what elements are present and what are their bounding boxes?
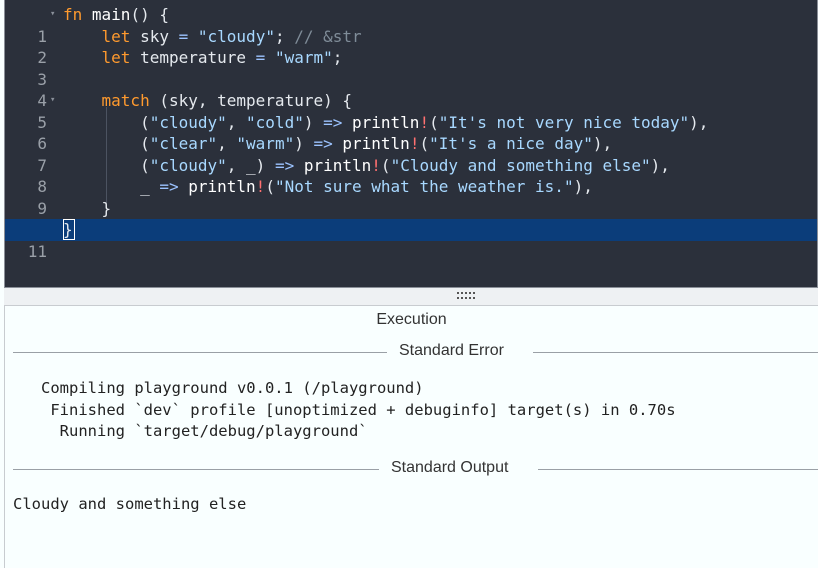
- execution-title: Execution: [376, 311, 447, 328]
- stderr-label: Standard Error: [387, 342, 516, 360]
- code-text: }: [101, 198, 112, 218]
- editor-line-active[interactable]: 11 }: [5, 219, 817, 261]
- code-text: match (sky, temperature) {: [101, 91, 352, 110]
- divider: [533, 352, 818, 353]
- matching-bracket-highlight: [63, 219, 75, 240]
- stderr-line: Finished `dev` profile [unoptimized + de…: [13, 400, 676, 419]
- stderr-line: Compiling playground v0.0.1 (/playground…: [13, 379, 424, 397]
- stderr-text: Compiling playground v0.0.1 (/playground…: [13, 378, 676, 443]
- fold-arrow-icon[interactable]: ▾: [50, 4, 58, 26]
- code-text: ("clear", "warm") => println!("It's a ni…: [140, 134, 613, 153]
- stdout-line: Cloudy and something else: [13, 495, 247, 513]
- editor-line[interactable]: 7 ("clear", "warm") => println!("It's a …: [5, 133, 817, 175]
- editor-line[interactable]: 10 }: [5, 198, 817, 240]
- editor-line[interactable]: 6 ("cloudy", "cold") => println!("It's n…: [5, 112, 817, 154]
- editor-line[interactable]: 5 ▾ match (sky, temperature) {: [5, 90, 817, 132]
- drag-handle-icon[interactable]: [457, 292, 477, 300]
- divider: [13, 469, 403, 470]
- editor-line[interactable]: 9 _ => println!("Not sure what the weath…: [5, 176, 817, 218]
- editor-line[interactable]: 8 ("cloudy", _) => println!("Cloudy and …: [5, 155, 817, 197]
- editor-line[interactable]: 2 let sky = "cloudy"; // &str: [5, 26, 817, 68]
- pane-resizer[interactable]: [4, 288, 818, 306]
- stdout-header: Standard Output: [13, 459, 818, 479]
- stdout-label: Standard Output: [379, 459, 521, 477]
- editor-line[interactable]: 4: [5, 69, 817, 110]
- stdout-text: Cloudy and something else: [13, 494, 246, 516]
- stderr-line: Running `target/debug/playground`: [13, 422, 368, 440]
- code-text: ("cloudy", _) => println!("Cloudy and so…: [140, 155, 670, 175]
- fold-arrow-icon[interactable]: ▾: [50, 90, 58, 112]
- code-text: let temperature = "warm";: [101, 48, 343, 67]
- stderr-header: Standard Error: [13, 342, 818, 362]
- code-editor[interactable]: 1 ▾ fn main() { 2 let sky = "cloudy"; //…: [4, 0, 818, 288]
- editor-line[interactable]: 1 ▾ fn main() {: [5, 4, 817, 46]
- code-text: _ => println!("Not sure what the weather…: [140, 177, 593, 196]
- line-number: 11: [27, 241, 47, 261]
- editor-line[interactable]: 3 let temperature = "warm";: [5, 47, 817, 89]
- output-panel: Execution Standard Error Compiling playg…: [4, 306, 818, 568]
- code-text: fn main() {: [63, 5, 169, 24]
- code-text: ("cloudy", "cold") => println!("It's not…: [140, 112, 709, 132]
- divider: [13, 352, 413, 353]
- divider: [538, 469, 818, 470]
- code-text: let sky = "cloudy"; // &str: [101, 26, 362, 46]
